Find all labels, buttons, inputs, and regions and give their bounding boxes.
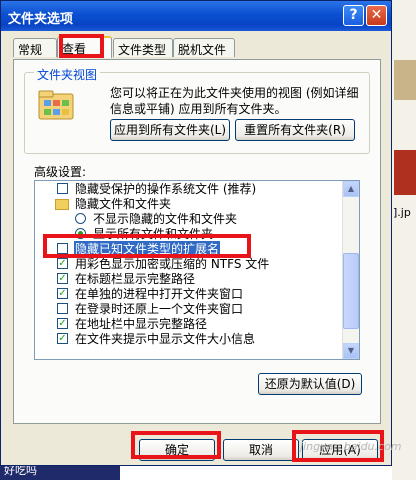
help-button[interactable]: ?: [343, 5, 364, 26]
checkbox[interactable]: [57, 303, 68, 314]
list-item-label: 不显示隐藏的文件和文件夹: [93, 212, 238, 226]
radio-button[interactable]: [75, 213, 86, 224]
list-item-label: 在地址栏中显示完整路径: [75, 317, 208, 331]
annotation-highlight-box: [59, 34, 104, 58]
advanced-settings-label: 高级设置:: [34, 165, 87, 179]
folder-views-description: 您可以将正在为此文件夹使用的视图 (例如详细信息或平铺) 应用到所有文件夹。: [110, 86, 359, 116]
list-item-label: 用彩色显示加密或压缩的 NTFS 文件: [75, 257, 270, 271]
folder-options-dialog: 文件夹选项 ? ✕ 常规 查看 文件类型 脱机文件 文件夹视图 您可以将正在为此…: [0, 0, 392, 466]
background-image-thumbnail: [394, 150, 416, 195]
title-bar[interactable]: 文件夹选项 ? ✕: [1, 1, 391, 31]
annotation-highlight-box: [43, 234, 251, 258]
checkbox[interactable]: [57, 183, 68, 194]
folder-views-icon: [38, 90, 74, 120]
tab-offline-files[interactable]: 脱机文件: [173, 38, 235, 57]
close-button[interactable]: ✕: [366, 5, 387, 26]
tab-general[interactable]: 常规: [13, 38, 57, 57]
checkbox-checked[interactable]: ✓: [57, 258, 68, 269]
restore-defaults-button[interactable]: 还原为默认值(D): [258, 373, 362, 395]
checkbox-checked[interactable]: ✓: [57, 288, 68, 299]
vertical-scrollbar[interactable]: ▲ ▼: [342, 181, 359, 359]
folder-views-label: 文件夹视图: [34, 66, 101, 83]
list-item-label: 在标题栏显示完整路径: [75, 272, 196, 286]
dialog-title: 文件夹选项: [8, 12, 74, 27]
list-item-label: 在文件夹提示中显示文件大小信息: [75, 332, 256, 346]
scroll-thumb[interactable]: [343, 253, 359, 329]
list-item-label: 在登录时还原上一个文件夹窗口: [75, 302, 244, 316]
tab-file-types[interactable]: 文件类型: [113, 38, 173, 57]
background-image-thumbnail: [394, 60, 416, 100]
scroll-down-icon[interactable]: ▼: [343, 343, 359, 359]
scroll-up-icon[interactable]: ▲: [343, 181, 359, 197]
apply-to-all-folders-button[interactable]: 应用到所有文件夹(L): [110, 119, 230, 141]
list-item-label: 隐藏受保护的操作系统文件 (推荐): [75, 182, 257, 196]
list-item-label: 隐藏文件和文件夹: [75, 197, 172, 211]
reset-all-folders-button[interactable]: 重置所有文件夹(R): [235, 119, 355, 141]
checkbox-checked[interactable]: ✓: [57, 318, 68, 329]
annotation-highlight-box: [131, 431, 221, 459]
checkbox-checked[interactable]: ✓: [57, 333, 68, 344]
background-filename-text: ].jp: [393, 206, 411, 219]
folder-icon: [55, 199, 69, 210]
watermark-text: jingyan.baidu.com: [300, 440, 402, 453]
cancel-button[interactable]: 取消: [223, 439, 299, 461]
checkbox-checked[interactable]: ✓: [57, 273, 68, 284]
advanced-settings-list[interactable]: 隐藏受保护的操作系统文件 (推荐) 隐藏文件和文件夹 不显示隐藏的文件和文件夹 …: [34, 180, 360, 360]
list-item-label: 在单独的进程中打开文件夹窗口: [75, 287, 244, 301]
